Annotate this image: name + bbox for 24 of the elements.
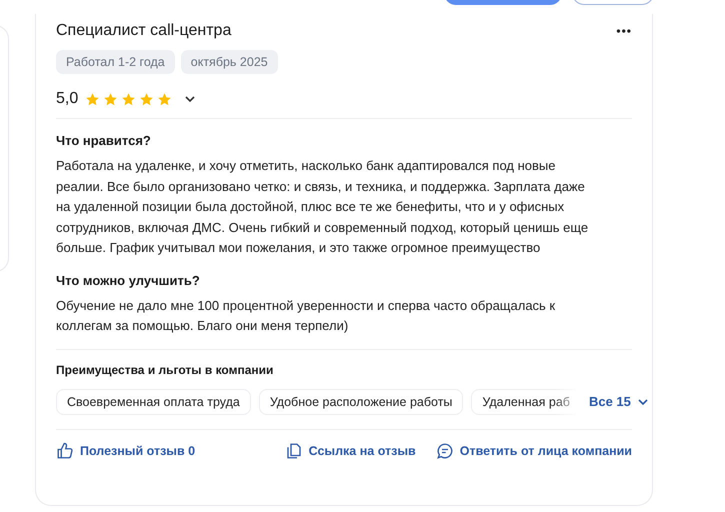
chat-icon	[436, 442, 454, 460]
helpful-button[interactable]: Полезный отзыв 0	[56, 442, 196, 460]
thumbs-up-icon	[56, 442, 74, 460]
review-text: Обучение не дало мне 100 процентной уверенности и сперва часто обращалась к коллегам за помощью. Благо они меня терпели)	[56, 296, 556, 335]
benefits-heading: Преимущества и льготы в компании	[56, 348, 632, 376]
star-icon	[139, 92, 154, 106]
star-icon	[103, 92, 118, 106]
review-text: Работала на удаленке, и хочу отметить, насколько банк адаптировался под новые реалии. Все было организовано четко: и связь, и техника, и поддержка. Зарплата даже на удаленной позиции была достойной, плюс все те же бенефиты, что и у офисных сотрудников, включая ДМС. Очень гибкий и современный подход, который ценишь еще больше. График учитывал мои пожелания, и это также огромное преимущество	[56, 157, 590, 257]
star-icon	[157, 92, 172, 106]
more-menu-button[interactable]: •••	[616, 24, 632, 38]
reply-button[interactable]: Ответить от лица компании	[436, 442, 632, 460]
benefit-chip: Своевременная оплата труда	[56, 388, 251, 414]
star-icon	[121, 92, 136, 106]
rating-value: 5,0	[56, 90, 78, 108]
benefit-chip: Удобное расположение работы	[258, 388, 464, 414]
review-title: Специалист call-центра	[56, 22, 232, 40]
section-heading: Что нравится?	[56, 133, 152, 148]
tag: октябрь 2025	[180, 50, 278, 74]
copy-icon	[284, 442, 303, 460]
copy-link-button[interactable]: Ссылка на отзыв	[284, 442, 416, 460]
tag: Работал 1-2 года	[56, 50, 175, 74]
show-all-button[interactable]: Все 15	[588, 394, 649, 409]
section-heading: Что можно улучшить?	[56, 272, 201, 288]
star-icon	[85, 92, 100, 106]
